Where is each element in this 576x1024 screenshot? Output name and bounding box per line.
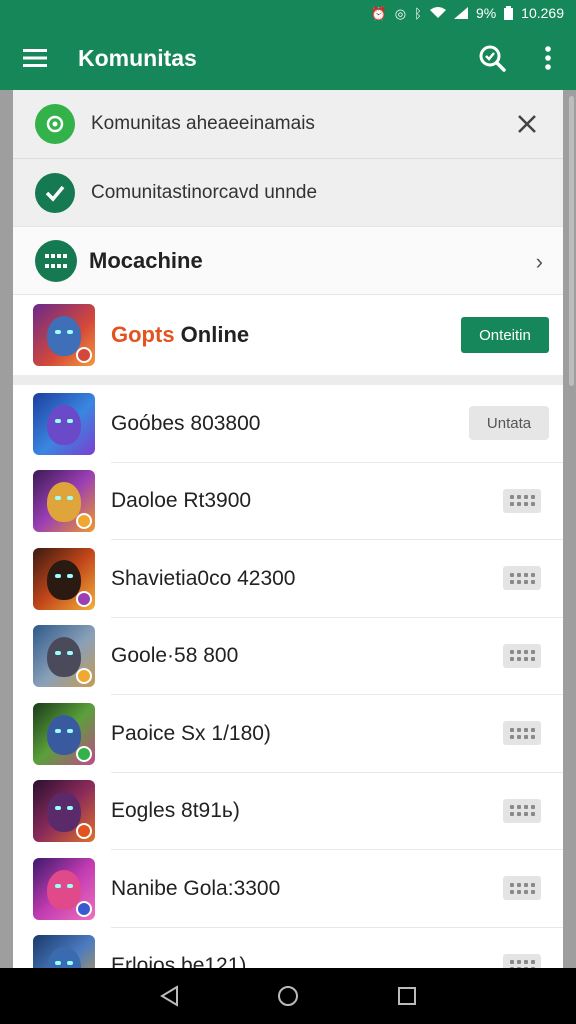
game-avatar [33, 702, 95, 765]
scrollbar[interactable] [569, 96, 574, 386]
game-avatar [33, 780, 95, 843]
community-icon [35, 104, 75, 144]
app-bar: Komunitas [0, 26, 576, 90]
battery-percent: 9% [475, 5, 497, 21]
content-sheet: Komunitas aheaeeinamais Comunitastinorca… [13, 90, 563, 968]
game-avatar [33, 304, 95, 366]
page-title: Komunitas [78, 44, 197, 71]
wifi-icon [429, 7, 446, 18]
overflow-menu-button[interactable] [520, 26, 576, 90]
grid-dots-icon [509, 650, 535, 661]
game-avatar [33, 392, 95, 455]
list-item[interactable]: Daoloe Rt3900 [13, 463, 563, 540]
featured-item[interactable]: Gopts Online Onteitin [13, 295, 563, 375]
item-name: Goole·58 800 [111, 644, 239, 668]
item-name: Eogles 8t91ь) [111, 799, 240, 823]
item-name: Nanibe Gola:3300 [111, 876, 281, 900]
list-item[interactable]: Erloios be121) [13, 928, 563, 968]
recents-button[interactable] [387, 976, 427, 1016]
item-options-button[interactable] [503, 566, 541, 590]
list-item[interactable]: Paoice Sx 1/180) [13, 695, 563, 773]
featured-name: Gopts Online [111, 322, 250, 347]
search-icon [479, 45, 506, 72]
hamburger-icon [23, 49, 47, 67]
bluetooth-icon: ᛒ [414, 5, 422, 21]
item-name: Daoloe Rt3900 [111, 489, 252, 513]
alarm-icon: ⏰ [370, 5, 387, 21]
close-button[interactable] [509, 106, 545, 142]
grid-dots-icon [509, 805, 535, 816]
grid-icon [35, 239, 77, 282]
game-avatar [33, 857, 95, 920]
list-item[interactable]: Goole·58 800 [13, 618, 563, 695]
list-item[interactable]: Goóbes 803800 Untata [13, 385, 563, 463]
banner-row: Comunitastinorcavd unnde [13, 158, 563, 226]
menu-button[interactable] [0, 26, 70, 90]
grid-dots-icon [509, 960, 535, 968]
game-avatar [33, 470, 95, 533]
clock: 10.269 [521, 5, 564, 21]
navigation-bar [0, 968, 576, 1024]
grid-dots-icon [509, 882, 535, 894]
item-options-button[interactable] [503, 643, 541, 668]
search-button[interactable] [464, 26, 520, 90]
section-title: Mocachine [89, 247, 203, 273]
item-options-button[interactable] [503, 876, 541, 900]
close-icon [518, 115, 536, 133]
game-avatar [33, 547, 95, 610]
online-button[interactable]: Onteitin [461, 317, 549, 353]
data-saver-icon: ◎ [394, 5, 407, 21]
item-options-button[interactable] [503, 488, 541, 513]
back-button[interactable] [149, 976, 189, 1016]
notice-banner: Komunitas aheaeeinamais Comunitastinorca… [13, 90, 563, 226]
divider [13, 375, 563, 385]
item-name: Goóbes 803800 [111, 411, 261, 435]
banner-row: Komunitas aheaeeinamais [13, 90, 563, 158]
banner-text: Komunitas aheaeeinamais [91, 113, 315, 134]
item-options-button[interactable] [503, 953, 541, 968]
battery-icon [504, 6, 514, 20]
more-vert-icon [545, 46, 551, 70]
recents-icon [397, 987, 416, 1005]
list-item[interactable]: Shavietia0co 42300 [13, 540, 563, 618]
banner-text: Comunitastinorcavd unnde [91, 181, 318, 203]
status-bar: ⏰ ◎ ᛒ 9% 10.269 [0, 0, 576, 26]
home-button[interactable] [268, 976, 308, 1016]
section-header[interactable]: Mocachine › [13, 226, 563, 295]
item-options-button[interactable] [503, 721, 541, 745]
item-action-button[interactable]: Untata [469, 406, 549, 440]
grid-dots-icon [509, 495, 535, 506]
home-icon [277, 986, 298, 1006]
check-icon [35, 172, 75, 213]
grid-dots-icon [509, 727, 535, 739]
back-icon [160, 985, 179, 1007]
item-name: Erloios be121) [111, 954, 247, 968]
item-name: Paoice Sx 1/180) [111, 721, 271, 745]
chevron-right-icon: › [535, 249, 543, 274]
game-avatar [33, 625, 95, 688]
signal-icon [453, 7, 468, 19]
grid-dots-icon [509, 572, 535, 584]
game-avatar [33, 935, 95, 968]
item-name: Shavietia0co 42300 [111, 566, 296, 590]
item-options-button[interactable] [503, 798, 541, 823]
list-item[interactable]: Eogles 8t91ь) [13, 773, 563, 850]
list-item[interactable]: Nanibe Gola:3300 [13, 850, 563, 928]
